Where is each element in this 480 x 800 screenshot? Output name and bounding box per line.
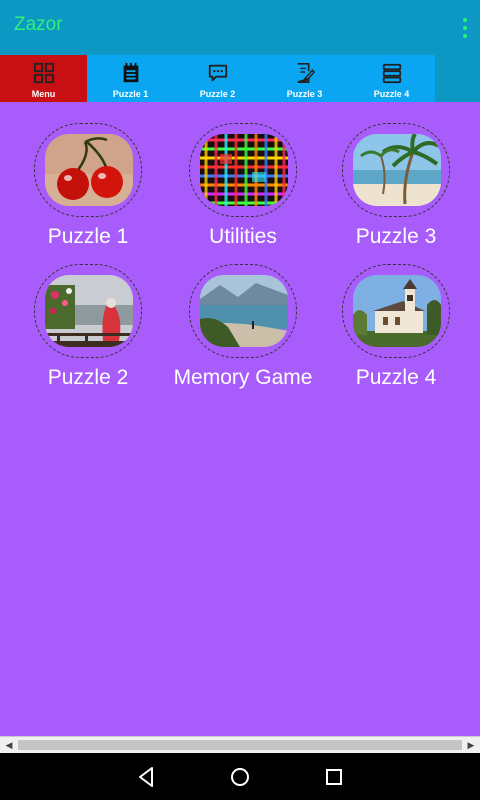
- system-nav-bar: [0, 753, 480, 800]
- grid-icon: [33, 62, 54, 84]
- stack-icon: [382, 63, 401, 84]
- overflow-menu-icon[interactable]: [462, 18, 468, 38]
- tab-label: Puzzle 3: [286, 89, 323, 99]
- chat-icon: [208, 64, 227, 82]
- tile-label: Puzzle 4: [355, 366, 437, 389]
- tab-puzzle-1[interactable]: Puzzle 1: [87, 55, 174, 102]
- tile-utilities[interactable]: Utilities: [173, 107, 313, 248]
- tab-puzzle-4[interactable]: Puzzle 4: [348, 55, 435, 102]
- tile-label: Puzzle 1: [47, 225, 129, 248]
- tab-label: Puzzle 2: [199, 89, 236, 99]
- cherries-image: [45, 134, 133, 206]
- home-icon[interactable]: [228, 765, 252, 789]
- tile-memory-game[interactable]: Memory Game: [173, 248, 313, 389]
- tile-puzzle-2[interactable]: Puzzle 2: [18, 248, 158, 389]
- app-bar: Zazor: [0, 0, 480, 55]
- tile-puzzle-4[interactable]: Puzzle 4: [326, 248, 466, 389]
- tile-puzzle-1[interactable]: Puzzle 1: [18, 107, 158, 248]
- edit-note-icon: [296, 63, 315, 83]
- tab-bar: Menu Puzzle 1 Puzzle 2 Puzzle 3 Puzzle 4: [0, 55, 480, 102]
- scroll-left-icon[interactable]: ◀: [2, 737, 16, 753]
- tile-puzzle-3[interactable]: Puzzle 3: [326, 107, 466, 248]
- scrollbar-thumb[interactable]: [18, 740, 462, 750]
- tile-label: Puzzle 3: [355, 225, 437, 248]
- menu-grid: Puzzle 1 Utilities Puzzle 3 Puzzle 2 Mem…: [0, 102, 480, 736]
- tile-label: Puzzle 2: [47, 366, 129, 389]
- back-icon[interactable]: [134, 765, 158, 789]
- tile-label: Utilities: [209, 225, 277, 248]
- notepad-icon: [123, 62, 138, 83]
- tab-label: Puzzle 4: [373, 89, 410, 99]
- colorful-grid-image: [200, 134, 288, 206]
- tab-menu[interactable]: Menu: [0, 55, 87, 102]
- tab-label: Menu: [31, 89, 56, 99]
- palm-beach-image: [353, 134, 441, 206]
- flower-balcony-image: [45, 275, 133, 347]
- lake-shore-image: [200, 275, 288, 347]
- chapel-image: [353, 275, 441, 347]
- scroll-right-icon[interactable]: ▶: [464, 737, 478, 753]
- tab-puzzle-2[interactable]: Puzzle 2: [174, 55, 261, 102]
- recents-icon[interactable]: [322, 765, 346, 789]
- tab-puzzle-3[interactable]: Puzzle 3: [261, 55, 348, 102]
- app-title: Zazor: [14, 14, 63, 35]
- tile-label: Memory Game: [173, 366, 313, 389]
- tab-label: Puzzle 1: [112, 89, 149, 99]
- horizontal-scrollbar[interactable]: ◀ ▶: [0, 736, 480, 753]
